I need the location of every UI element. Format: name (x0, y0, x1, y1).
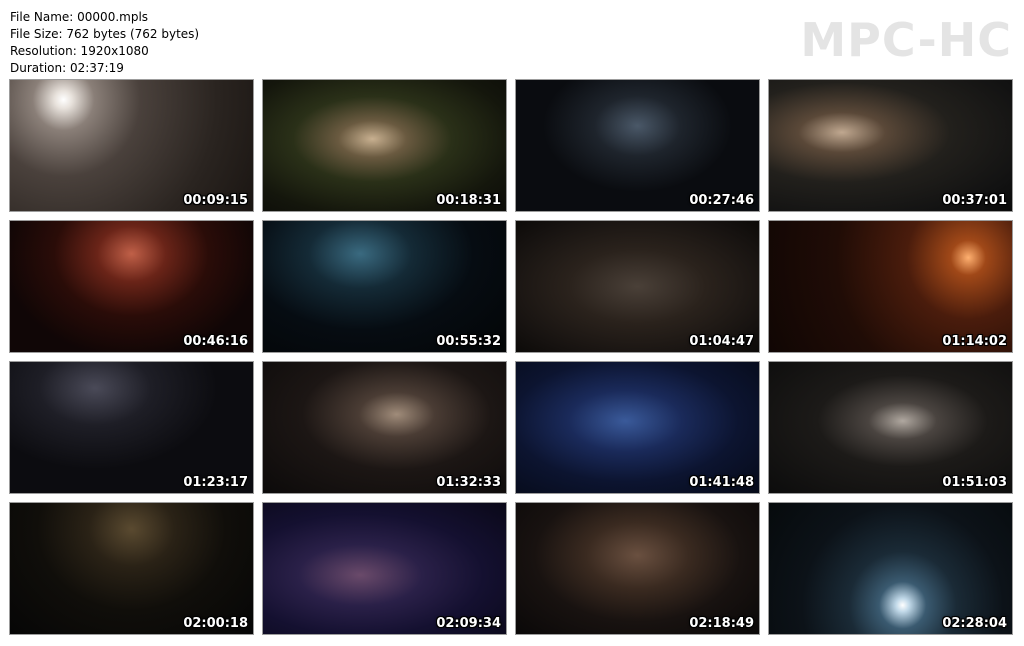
thumbnail-image (769, 362, 1012, 493)
file-info: File Name: 00000.mpls File Size: 762 byt… (10, 9, 199, 77)
thumbnail-image (263, 503, 506, 634)
timestamp: 01:23:17 (183, 475, 248, 490)
thumbnail[interactable]: 01:04:47 (515, 220, 760, 353)
thumbnail-image (263, 362, 506, 493)
thumbnail[interactable]: 00:46:16 (9, 220, 254, 353)
mpc-hc-logo: MPC-HC (800, 13, 1012, 67)
timestamp: 01:32:33 (436, 475, 501, 490)
thumbnail-image (10, 362, 253, 493)
duration: Duration: 02:37:19 (10, 61, 124, 75)
file-size: File Size: 762 bytes (762 bytes) (10, 27, 200, 41)
thumbnail-image (10, 221, 253, 352)
timestamp: 01:04:47 (689, 334, 754, 349)
thumbnail[interactable]: 01:41:48 (515, 361, 760, 494)
thumbnail-image (516, 503, 759, 634)
thumbnail[interactable]: 01:14:02 (768, 220, 1013, 353)
timestamp: 00:09:15 (183, 193, 248, 208)
timestamp: 00:55:32 (436, 334, 501, 349)
timestamp: 02:18:49 (689, 616, 754, 631)
thumbnail-image (516, 221, 759, 352)
thumbnail-image (516, 362, 759, 493)
thumbnail[interactable]: 01:23:17 (9, 361, 254, 494)
timestamp: 02:09:34 (436, 616, 501, 631)
thumbnail-grid: 00:09:15 00:18:31 00:27:46 00:37:01 00:4… (9, 79, 1013, 635)
thumbnail-image (769, 80, 1012, 211)
timestamp: 00:46:16 (183, 334, 248, 349)
timestamp: 00:37:01 (942, 193, 1007, 208)
thumbnail[interactable]: 00:27:46 (515, 79, 760, 212)
timestamp: 00:18:31 (436, 193, 501, 208)
thumbnail[interactable]: 00:55:32 (262, 220, 507, 353)
thumbnail[interactable]: 00:09:15 (9, 79, 254, 212)
thumbnail[interactable]: 01:51:03 (768, 361, 1013, 494)
timestamp: 00:27:46 (689, 193, 754, 208)
thumbnail[interactable]: 00:18:31 (262, 79, 507, 212)
thumbnail-image (10, 80, 253, 211)
thumbnail[interactable]: 02:18:49 (515, 502, 760, 635)
thumbnail-image (769, 221, 1012, 352)
thumbnail-image (263, 80, 506, 211)
thumbnail-image (516, 80, 759, 211)
thumbnail[interactable]: 02:09:34 (262, 502, 507, 635)
thumbnail-image (769, 503, 1012, 634)
thumbnail[interactable]: 02:28:04 (768, 502, 1013, 635)
timestamp: 01:14:02 (942, 334, 1007, 349)
thumbnail[interactable]: 02:00:18 (9, 502, 254, 635)
thumbnail-image (10, 503, 253, 634)
resolution: Resolution: 1920x1080 (10, 44, 149, 58)
timestamp: 01:41:48 (689, 475, 754, 490)
timestamp: 02:28:04 (942, 616, 1007, 631)
thumbnail-image (263, 221, 506, 352)
timestamp: 02:00:18 (183, 616, 248, 631)
thumbnail[interactable]: 01:32:33 (262, 361, 507, 494)
file-name: File Name: 00000.mpls (10, 10, 149, 24)
thumbnail[interactable]: 00:37:01 (768, 79, 1013, 212)
timestamp: 01:51:03 (942, 475, 1007, 490)
